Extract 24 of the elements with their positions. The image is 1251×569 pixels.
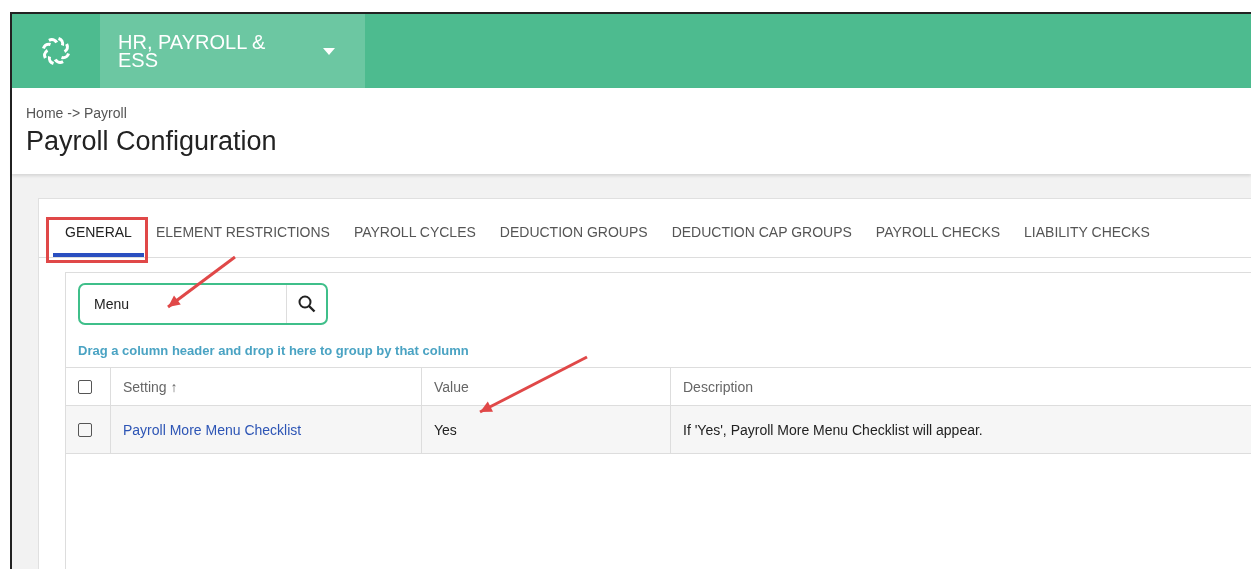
table-cell: Yes xyxy=(434,421,457,438)
table-cell: If 'Yes', Payroll More Menu Checklist will appear. xyxy=(683,421,983,438)
logo-icon xyxy=(40,35,72,67)
group-hint: Drag a column header and drop it here to group by that column xyxy=(78,343,469,358)
tab[interactable]: PAYROLL CHECKS xyxy=(863,211,1013,257)
search-input[interactable]: Menu xyxy=(80,285,286,323)
setting-link[interactable]: Payroll More Menu Checklist xyxy=(123,421,302,438)
column-header[interactable]: Value xyxy=(434,378,469,395)
breadcrumb: Home -> Payroll xyxy=(26,105,127,121)
select-all-checkbox[interactable] xyxy=(78,379,92,394)
page-title: Payroll Configuration xyxy=(26,126,277,157)
search-field[interactable]: Menu xyxy=(78,283,328,325)
tab[interactable]: DEDUCTION CAP GROUPS xyxy=(659,211,864,257)
column-header[interactable]: Description xyxy=(683,378,754,395)
tab[interactable]: GENERAL xyxy=(53,211,144,257)
caret-icon xyxy=(323,47,335,55)
tab[interactable]: ELEMENT RESTRICTIONS xyxy=(143,211,342,257)
annotation-arrow xyxy=(167,255,236,309)
tab[interactable]: DEDUCTION GROUPS xyxy=(487,211,660,257)
tab[interactable]: PAYROLL CYCLES xyxy=(341,211,488,257)
search-icon xyxy=(297,295,316,313)
tab[interactable]: LIABILITY CHECKS xyxy=(1012,211,1162,257)
column-header[interactable]: Setting ↑ xyxy=(123,378,178,395)
row-checkbox[interactable] xyxy=(78,422,92,437)
